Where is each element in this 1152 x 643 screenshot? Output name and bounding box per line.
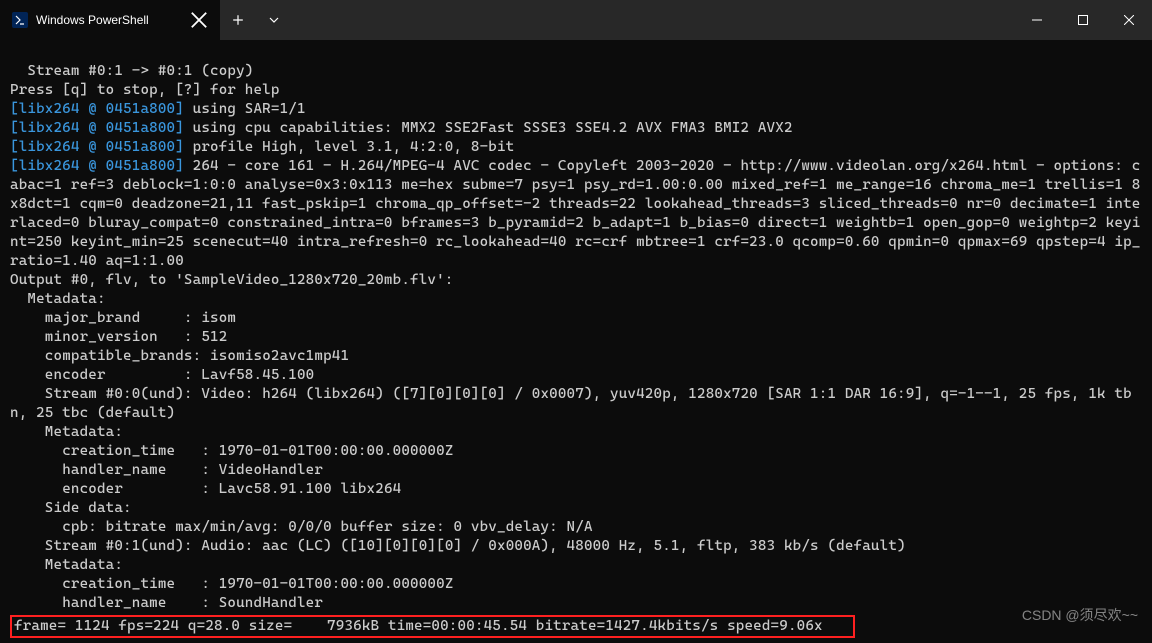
output-line: Metadata: (10, 424, 123, 440)
output-line: Stream #0:1 -> #0:1 (copy) (10, 63, 254, 79)
log-tag: [libx264 @ 0451a800] (10, 101, 184, 117)
output-line: Side data: (10, 500, 132, 516)
titlebar: Windows PowerShell (0, 0, 1152, 40)
new-tab-button[interactable] (220, 0, 256, 40)
output-line: Stream #0:1(und): Audio: aac (LC) ([10][… (10, 538, 906, 554)
output-line: minor_version : 512 (10, 329, 227, 345)
output-line: Metadata: (10, 557, 123, 573)
progress-line: frame= 1124 fps=224 q=28.0 size= 7936kB … (14, 618, 823, 634)
output-line: encoder : Lavc58.91.100 libx264 (10, 481, 401, 497)
terminal-output[interactable]: Stream #0:1 -> #0:1 (copy) Press [q] to … (0, 40, 1152, 643)
output-line: cpb: bitrate max/min/avg: 0/0/0 buffer s… (10, 519, 593, 535)
output-line: handler_name : SoundHandler (10, 595, 323, 611)
powershell-icon (12, 12, 28, 28)
output-line: creation_time : 1970-01-01T00:00:00.0000… (10, 443, 454, 459)
tab-title: Windows PowerShell (36, 13, 182, 27)
tab-dropdown-button[interactable] (256, 0, 292, 40)
tab-powershell[interactable]: Windows PowerShell (0, 0, 220, 40)
output-line: Output #0, flv, to 'SampleVideo_1280x720… (10, 272, 454, 288)
maximize-button[interactable] (1060, 0, 1106, 40)
log-tag: [libx264 @ 0451a800] (10, 139, 184, 155)
output-line: handler_name : VideoHandler (10, 462, 323, 478)
output-line: creation_time : 1970-01-01T00:00:00.0000… (10, 576, 454, 592)
output-line: [libx264 @ 0451a800] using cpu capabilit… (10, 120, 793, 136)
titlebar-drag-area[interactable] (292, 0, 1014, 40)
tab-close-button[interactable] (190, 11, 208, 29)
output-line: [libx264 @ 0451a800] using SAR=1/1 (10, 101, 306, 117)
output-line: [libx264 @ 0451a800] profile High, level… (10, 139, 514, 155)
close-button[interactable] (1106, 0, 1152, 40)
output-line: Press [q] to stop, [?] for help (10, 82, 280, 98)
output-line: Metadata: (10, 291, 106, 307)
output-line: compatible_brands: isomiso2avc1mp41 (10, 348, 349, 364)
output-line: encoder : Lavf58.45.100 (10, 367, 314, 383)
output-line: major_brand : isom (10, 310, 236, 326)
log-tag: [libx264 @ 0451a800] (10, 158, 184, 174)
output-line: Stream #0:0(und): Video: h264 (libx264) … (10, 386, 1132, 421)
minimize-button[interactable] (1014, 0, 1060, 40)
log-tag: [libx264 @ 0451a800] (10, 120, 184, 136)
output-line: [libx264 @ 0451a800] 264 - core 161 - H.… (10, 158, 1141, 269)
